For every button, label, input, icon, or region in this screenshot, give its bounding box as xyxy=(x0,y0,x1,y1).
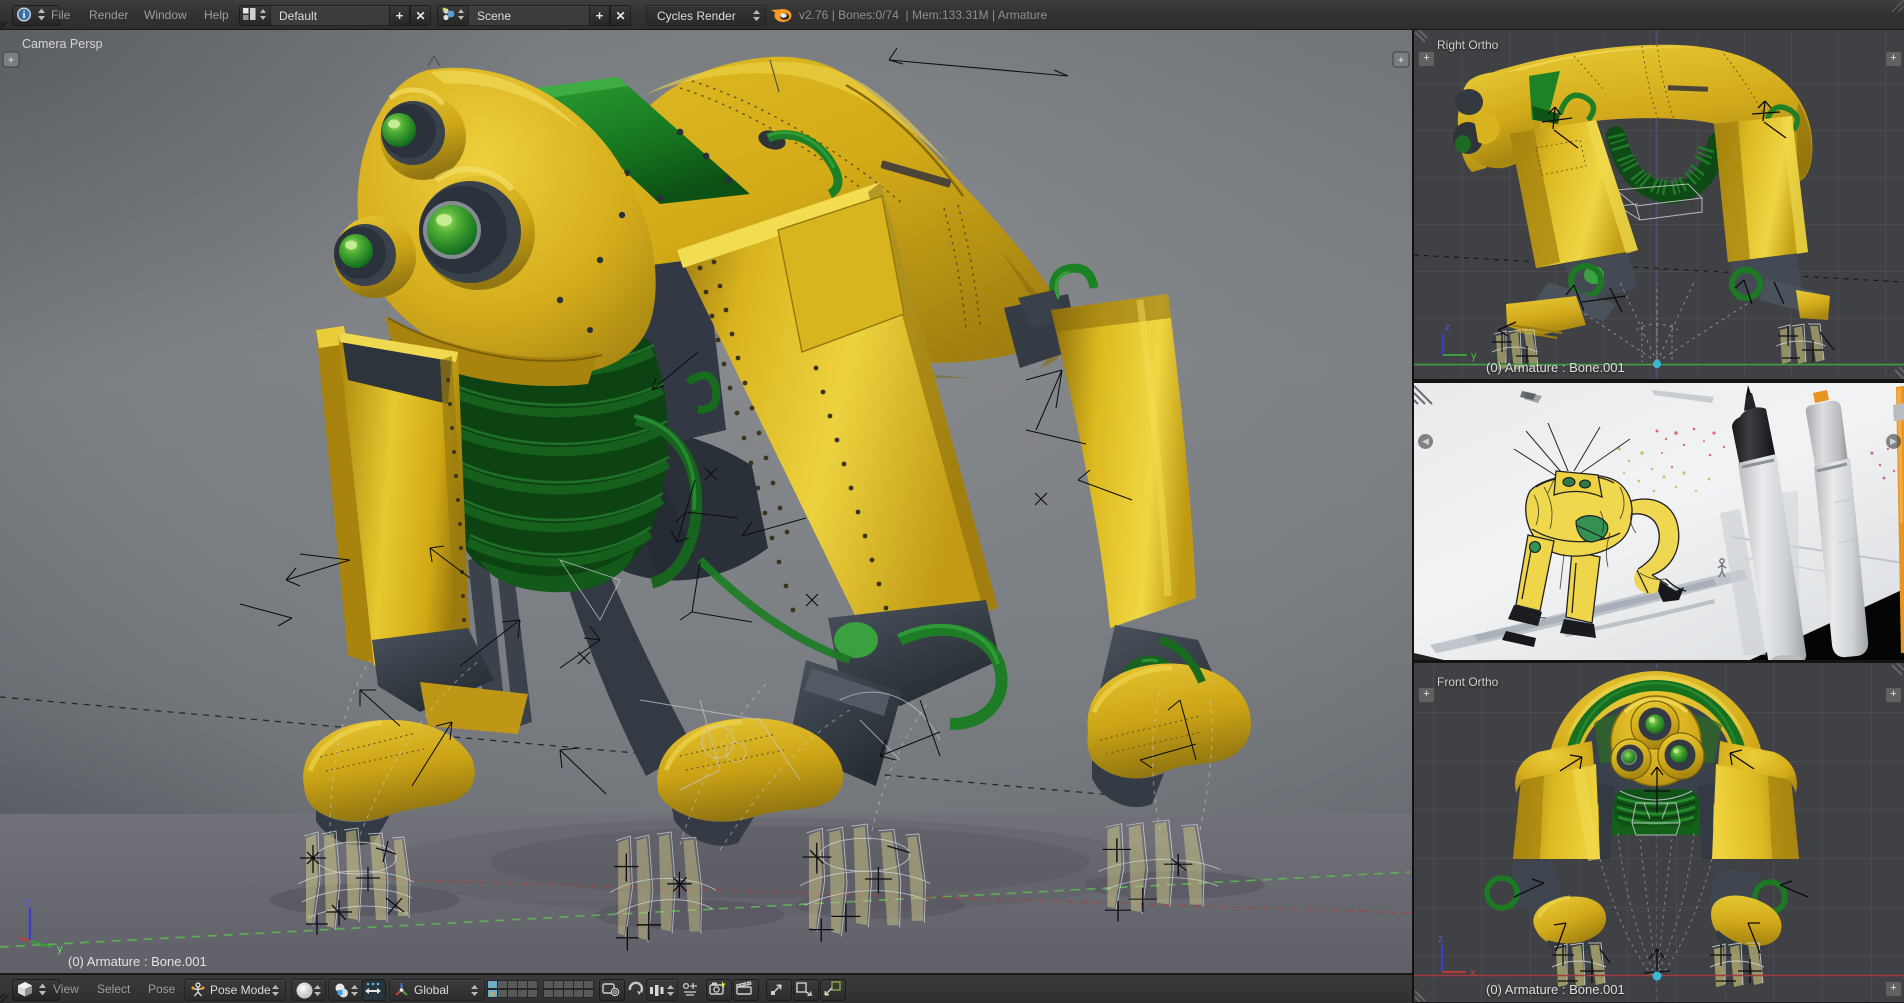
svg-text:+: + xyxy=(1398,55,1404,67)
svg-text:z: z xyxy=(1445,322,1450,333)
svg-text:y: y xyxy=(1471,350,1477,362)
svg-text:z: z xyxy=(25,896,31,908)
svg-text:x: x xyxy=(1470,967,1476,979)
svg-text:(0) Armature : Bone.001: (0) Armature : Bone.001 xyxy=(68,954,207,969)
svg-text:y: y xyxy=(57,943,63,955)
svg-text:z: z xyxy=(1438,934,1443,945)
svg-text:i: i xyxy=(23,10,26,21)
svg-text:+: + xyxy=(8,55,14,67)
svg-text:Camera Persp: Camera Persp xyxy=(22,37,103,51)
